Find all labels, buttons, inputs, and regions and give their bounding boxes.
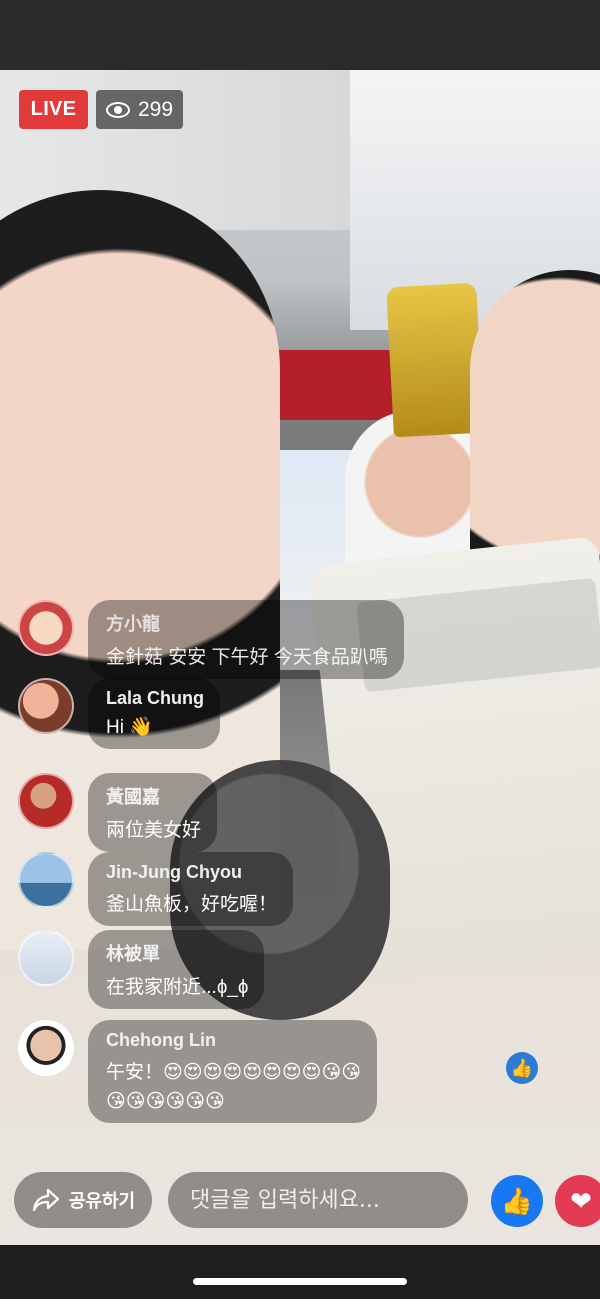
comment-author[interactable]: 黃國嘉 <box>106 783 201 809</box>
comment-text: 兩位美女好 <box>106 820 202 841</box>
comment-item[interactable]: 黃國嘉 兩位美女好 <box>18 773 218 852</box>
avatar[interactable] <box>18 773 74 829</box>
share-button[interactable]: 공유하기 <box>14 1172 152 1228</box>
home-indicator-area <box>0 1245 600 1299</box>
share-label: 공유하기 <box>68 1191 136 1211</box>
avatar[interactable] <box>18 930 74 986</box>
love-reaction-button[interactable]: ❤ <box>555 1175 600 1227</box>
avatar[interactable] <box>18 852 74 908</box>
viewer-count-value: 299 <box>138 97 174 121</box>
bottom-action-bar: 공유하기 👍 ❤ <box>0 1160 600 1245</box>
comment-author[interactable]: 方小龍 <box>106 610 388 636</box>
comment-author[interactable]: 林被單 <box>106 940 248 966</box>
avatar[interactable] <box>18 600 74 656</box>
comment-author[interactable]: Lala Chung <box>106 688 204 709</box>
comment-bubble: Chehong Lin 午安！😍😍😍😍😍😍😍😍😘😘 😘😘😘😘😘😘 <box>88 1020 378 1123</box>
eye-icon <box>106 101 130 118</box>
comment-bubble: 林被單 在我家附近...ɸ_ɸ <box>88 930 265 1009</box>
comment-author[interactable]: Chehong Lin <box>106 1030 361 1051</box>
live-stream-screen: LIVE 299 方小龍 金針菇 安安 下午好 今天食品趴嗎 Lala Chun… <box>0 0 600 1299</box>
comment-bubble: 方小龍 金針菇 安安 下午好 今天食品趴嗎 <box>88 600 404 679</box>
like-reaction-button[interactable]: 👍 <box>491 1175 543 1227</box>
status-bar-area <box>0 0 600 70</box>
viewer-count: 299 <box>96 90 184 129</box>
comment-text: 在我家附近...ɸ_ɸ <box>106 977 249 998</box>
thumbs-up-icon: 👍 <box>500 1185 534 1216</box>
comment-text-line-1: 午安！😍😍😍😍😍😍😍😍😘😘 <box>106 1062 362 1083</box>
comment-text: 金針菇 安安 下午好 今天食品趴嗎 <box>106 647 388 668</box>
avatar[interactable] <box>18 1020 74 1076</box>
comment-text: 釜山魚板，好吃喔！ <box>106 894 278 915</box>
comment-bubble: Lala Chung Hi 👋 <box>88 678 220 749</box>
comment-item[interactable]: Lala Chung Hi 👋 <box>18 678 220 749</box>
comment-item[interactable]: 林被單 在我家附近...ɸ_ɸ <box>18 930 265 1009</box>
comment-bubble: Jin-Jung Chyou 釜山魚板，好吃喔！ <box>88 852 294 926</box>
comment-item[interactable]: 方小龍 金針菇 安安 下午好 今天食品趴嗎 <box>18 600 404 679</box>
comment-author[interactable]: Jin-Jung Chyou <box>106 862 277 883</box>
comment-item[interactable]: Chehong Lin 午安！😍😍😍😍😍😍😍😍😘😘 😘😘😘😘😘😘 <box>18 1020 378 1123</box>
comment-text: Hi 👋 <box>106 717 153 738</box>
comment-bubble: 黃國嘉 兩位美女好 <box>88 773 218 852</box>
avatar[interactable] <box>18 678 74 734</box>
comment-item[interactable]: Jin-Jung Chyou 釜山魚板，好吃喔！ <box>18 852 294 926</box>
floating-like-reaction-icon: 👍 <box>506 1052 538 1084</box>
comment-text-line-2: 😘😘😘😘😘😘 <box>106 1091 225 1112</box>
home-indicator[interactable] <box>193 1278 407 1285</box>
share-arrow-icon <box>31 1187 61 1213</box>
live-badge: LIVE <box>19 90 88 129</box>
heart-icon: ❤ <box>570 1185 592 1216</box>
comment-input[interactable] <box>168 1172 468 1228</box>
